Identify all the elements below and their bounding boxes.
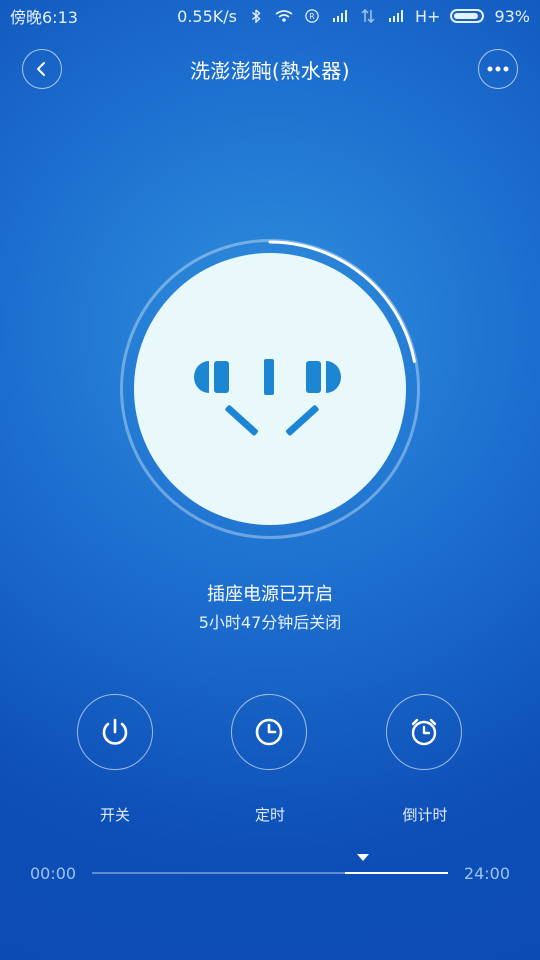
countdown-status-text: 5小时47分钟后关闭 [198,613,342,632]
countdown-label: 倒计时 [402,806,448,824]
registered-icon: R [305,9,319,23]
timer-button[interactable] [231,694,307,770]
more-dots-icon [487,66,509,72]
alarm-clock-icon [411,718,437,746]
signal-bars-icon-2 [389,10,403,22]
page-title: 洗澎澎䣩(熱水器) [189,58,351,83]
battery-icon [450,9,485,23]
chevron-left-icon [37,62,45,76]
more-button[interactable] [478,49,518,89]
back-button[interactable] [22,49,62,89]
status-left: 傍晚6:13 [10,4,78,28]
battery-percent: 93% [494,6,530,26]
schedule-timeline: 00:00 24:00 [0,850,540,900]
clock-icon [255,718,283,746]
timeline-active-range [344,872,448,874]
wifi-icon [275,10,293,22]
clock-text: 傍晚6:13 [10,8,78,27]
control-bar: 开关 定时 倒计时 [0,694,540,834]
timeline-start-label: 00:00 [30,864,77,883]
data-arrows-icon [361,9,375,23]
socket-dial[interactable] [120,239,420,539]
timeline-end-label: 24:00 [463,864,510,883]
current-time-marker [356,854,369,861]
power-status-text: 插座电源已开启 [207,584,333,605]
svg-text:R: R [309,12,315,21]
socket-icon [194,359,341,436]
bluetooth-icon [252,9,261,23]
dial-face [134,253,406,525]
timer-label: 定时 [254,806,285,824]
status-bar: 傍晚6:13 0.55K/s R H+ 93% [0,0,540,32]
app-header: 洗澎澎䣩(熱水器) [0,44,540,94]
status-right: 0.55K/s R H+ 93% [177,7,530,26]
countdown-button[interactable] [386,694,462,770]
power-label: 开关 [99,806,130,824]
power-button[interactable] [77,694,153,770]
power-icon [102,718,128,745]
network-speed: 0.55K/s [177,6,237,26]
network-type: H+ [415,6,441,26]
signal-bars-icon [333,10,347,22]
timeline-track[interactable] [92,872,448,874]
